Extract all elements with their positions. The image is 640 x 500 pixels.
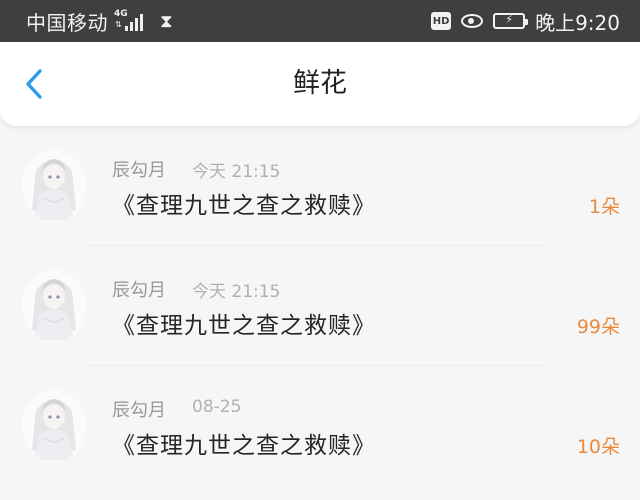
flower-count: 1朵 — [588, 196, 620, 218]
book-title[interactable]: 《查理九世之查之救赎》 — [112, 306, 376, 340]
gift-time: 今天 21:15 — [192, 162, 281, 182]
carrier-name: 中国移动 — [26, 10, 108, 35]
gift-time: 今天 21:15 — [192, 282, 281, 302]
sender-name: 辰勾月 — [112, 280, 166, 301]
avatar-image — [22, 390, 86, 462]
avatar-image — [22, 150, 86, 222]
status-right: HD ⚡ 晚上9:20 — [431, 0, 620, 42]
gift-time: 08-25 — [192, 397, 242, 417]
charging-icon: ⚡ — [505, 13, 513, 26]
list-item[interactable]: 辰勾月 今天 21:15 《查理九世之查之救赎》 99朵 — [0, 246, 640, 366]
book-title[interactable]: 《查理九世之查之救赎》 — [112, 186, 376, 220]
page-title: 鲜花 — [293, 68, 347, 99]
sender-name: 辰勾月 — [112, 400, 166, 421]
avatar[interactable] — [22, 150, 86, 222]
list-item[interactable]: 辰勾月 今天 21:15 《查理九世之查之救赎》 1朵 — [0, 126, 640, 246]
eye-comfort-icon — [461, 14, 484, 28]
battery-icon: ⚡ — [493, 13, 529, 29]
data-arrows-icon: ⇅ — [115, 20, 122, 29]
hourglass-icon: ⧗ — [160, 10, 173, 32]
status-left: 中国移动 4G ⇅ ⧗ — [26, 0, 173, 42]
avatar[interactable] — [22, 390, 86, 462]
nav-header: 鲜花 — [0, 42, 640, 126]
sender-name: 辰勾月 — [112, 160, 166, 181]
status-time: 晚上9:20 — [535, 10, 620, 35]
signal-bars — [125, 14, 143, 31]
signal-icon: 4G ⇅ — [114, 10, 152, 32]
avatar-image — [22, 270, 86, 342]
list-item[interactable]: 辰勾月 08-25 《查理九世之查之救赎》 10朵 — [0, 366, 640, 486]
flower-list: 辰勾月 今天 21:15 《查理九世之查之救赎》 1朵 辰勾月 今天 21:15… — [0, 126, 640, 486]
avatar[interactable] — [22, 270, 86, 342]
book-title[interactable]: 《查理九世之查之救赎》 — [112, 426, 376, 460]
flower-count: 99朵 — [576, 316, 620, 338]
flower-count: 10朵 — [576, 436, 620, 458]
hd-icon: HD — [431, 12, 452, 30]
status-bar: 中国移动 4G ⇅ ⧗ HD ⚡ 晚上9:20 — [0, 0, 640, 42]
